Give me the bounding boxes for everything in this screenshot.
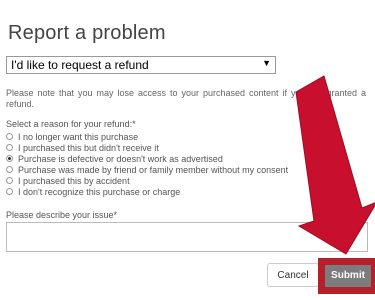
reason-option-label: I no longer want this purchase bbox=[18, 131, 139, 142]
reason-list: I no longer want this purchase I purchas… bbox=[6, 131, 288, 197]
reason-option[interactable]: Purchase was made by friend or family me… bbox=[6, 164, 288, 175]
submit-highlight-box: Submit bbox=[318, 258, 375, 294]
cancel-button[interactable]: Cancel bbox=[267, 263, 319, 287]
reason-option[interactable]: I purchased this by accident bbox=[6, 175, 288, 186]
reason-label: Select a reason for your refund:* bbox=[6, 119, 136, 129]
report-problem-dialog: Report a problem I'd like to request a r… bbox=[0, 0, 375, 300]
radio-button[interactable] bbox=[6, 155, 13, 162]
radio-button[interactable] bbox=[6, 177, 13, 184]
description-textarea[interactable] bbox=[6, 222, 368, 252]
problem-type-value: I'd like to request a refund bbox=[11, 58, 149, 72]
reason-option[interactable]: I purchased this but didn't receive it bbox=[6, 142, 288, 153]
dropdown-arrow-icon[interactable]: ▼ bbox=[262, 58, 271, 68]
reason-option-label: I don't recognize this purchase or charg… bbox=[18, 186, 181, 197]
reason-option[interactable]: I don't recognize this purchase or charg… bbox=[6, 186, 288, 197]
radio-button[interactable] bbox=[6, 166, 13, 173]
problem-type-select[interactable]: I'd like to request a refund ▼ bbox=[6, 56, 276, 74]
refund-notice: Please note that you may lose access to … bbox=[6, 88, 366, 109]
submit-button[interactable]: Submit bbox=[325, 265, 371, 287]
radio-button[interactable] bbox=[6, 144, 13, 151]
description-label: Please describe your issue* bbox=[6, 210, 118, 220]
radio-button[interactable] bbox=[6, 188, 13, 195]
dialog-title: Report a problem bbox=[8, 22, 166, 44]
reason-option[interactable]: Purchase is defective or doesn't work as… bbox=[6, 153, 288, 164]
reason-option-label: Purchase is defective or doesn't work as… bbox=[18, 153, 223, 164]
reason-option-label: I purchased this but didn't receive it bbox=[18, 142, 159, 153]
reason-option-label: Purchase was made by friend or family me… bbox=[18, 164, 289, 175]
reason-option[interactable]: I no longer want this purchase bbox=[6, 131, 288, 142]
reason-option-label: I purchased this by accident bbox=[18, 175, 130, 186]
radio-button[interactable] bbox=[6, 133, 13, 140]
